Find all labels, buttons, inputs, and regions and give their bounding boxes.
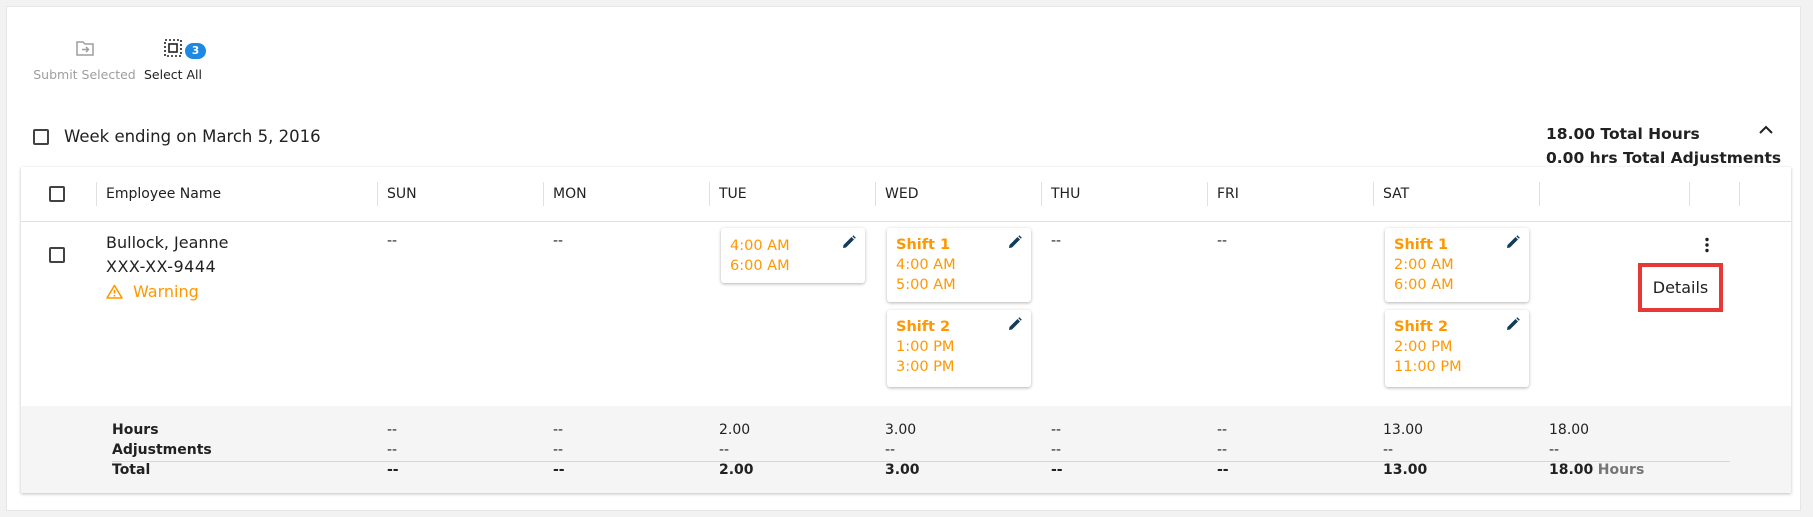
shift-start: 1:00 PM [896,339,955,355]
pencil-icon[interactable] [842,235,856,249]
summary-section: Hours Adjustments Total -- -- 2.00 3.00 … [21,406,1791,493]
total-label: Total [112,462,151,478]
selected-count-badge: 3 [185,43,206,59]
timesheet-panel: Submit Selected 3 Select All Week ending… [6,6,1801,511]
header-sat: SAT [1383,186,1410,202]
sun-empty: -- [387,233,398,249]
shift-start: 4:00 AM [896,257,956,273]
total-mon: -- [553,462,565,478]
shift-card-wed-1[interactable]: Shift 1 4:00 AM 5:00 AM [887,228,1031,302]
header-thu: THU [1051,186,1081,202]
header-wed: WED [885,186,919,202]
total-tue: 2.00 [719,462,754,478]
folder-arrow-icon [75,41,94,56]
column-divider [875,182,876,206]
chevron-up-icon[interactable] [1758,124,1774,136]
total-hours: 18.00 Total Hours [1546,125,1700,143]
hours-wed: 3.00 [885,422,917,438]
hours-thu: -- [1051,422,1062,438]
shift-end: 11:00 PM [1394,359,1462,375]
shift-start: 2:00 PM [1394,339,1453,355]
adj-thu: -- [1051,442,1062,458]
column-divider [1689,182,1690,206]
adj-week: -- [1549,442,1560,458]
adj-fri: -- [1217,442,1228,458]
header-tue: TUE [719,186,747,202]
pencil-icon[interactable] [1008,235,1022,249]
column-divider [96,182,97,206]
total-sat: 13.00 [1383,462,1428,478]
total-week: 18.00 Hours [1549,460,1644,480]
hours-mon: -- [553,422,564,438]
row-checkbox[interactable] [49,247,65,263]
adj-tue: -- [719,442,730,458]
total-wed: 3.00 [885,462,920,478]
shift-card-sat-1[interactable]: Shift 1 2:00 AM 6:00 AM [1385,228,1529,302]
total-week-unit: Hours [1597,462,1645,478]
total-week-value: 18.00 [1549,462,1594,478]
select-all-button[interactable]: 3 Select All [133,39,213,82]
shift-card-wed-2[interactable]: Shift 2 1:00 PM 3:00 PM [887,310,1031,387]
select-all-rows-checkbox[interactable] [49,186,65,202]
pencil-icon[interactable] [1008,317,1022,331]
pencil-icon[interactable] [1506,317,1520,331]
total-fri: -- [1217,462,1229,478]
adj-sat: -- [1383,442,1394,458]
hours-week: 18.00 [1549,422,1590,438]
shift-card-sat-2[interactable]: Shift 2 2:00 PM 11:00 PM [1385,310,1529,387]
warning-icon [106,284,123,299]
header-mon: MON [553,186,587,202]
thu-empty: -- [1051,233,1062,249]
week-header: Week ending on March 5, 2016 [33,127,321,146]
column-divider [377,182,378,206]
column-divider [1373,182,1374,206]
adj-mon: -- [553,442,564,458]
header-sun: SUN [387,186,417,202]
warning-label: Warning [133,282,199,301]
adj-wed: -- [885,442,896,458]
more-vert-icon[interactable] [1704,237,1710,253]
employee-ssn: XXX-XX-9444 [106,257,217,276]
total-thu: -- [1051,462,1063,478]
hours-sat: 13.00 [1383,422,1424,438]
header-checkbox-cell [49,167,65,221]
shift-end: 3:00 PM [896,359,955,375]
week-totals: 18.00 Total Hours 0.00 hrs Total Adjustm… [1546,122,1781,170]
column-divider [709,182,710,206]
column-divider [543,182,544,206]
fri-empty: -- [1217,233,1228,249]
details-menu-item[interactable]: Details [1638,263,1723,312]
table-header: Employee Name SUN MON TUE WED THU FRI SA… [21,167,1791,222]
submit-selected-label: Submit Selected [33,67,136,82]
pencil-icon[interactable] [1506,235,1520,249]
total-sun: -- [387,462,399,478]
select-all-label: Select All [143,67,203,82]
shift-end: 5:00 AM [896,277,956,293]
column-divider [1041,182,1042,206]
week-checkbox[interactable] [33,128,49,145]
shift-end: 6:00 AM [730,258,790,274]
column-divider [1739,182,1740,206]
select-all-icon [164,39,182,57]
submit-selected-button[interactable]: Submit Selected [27,39,142,82]
shift-end: 6:00 AM [1394,277,1454,293]
column-divider [1539,182,1540,206]
shift-card-tue[interactable]: 4:00 AM 6:00 AM [721,228,865,283]
hours-sun: -- [387,422,398,438]
hours-tue: 2.00 [719,422,751,438]
shift-start: 2:00 AM [1394,257,1454,273]
hours-label: Hours [112,422,159,438]
employee-name[interactable]: Bullock, Jeanne [106,231,229,255]
header-fri: FRI [1217,186,1239,202]
warning-status: Warning [106,282,199,301]
column-divider [1207,182,1208,206]
week-label: Week ending on March 5, 2016 [64,127,321,146]
hours-fri: -- [1217,422,1228,438]
summary-divider [112,461,1730,462]
adj-sun: -- [387,442,398,458]
header-employee-name[interactable]: Employee Name [106,167,221,221]
timesheet-table: Employee Name SUN MON TUE WED THU FRI SA… [21,167,1791,493]
mon-empty: -- [553,233,564,249]
adjustments-label: Adjustments [112,442,212,458]
